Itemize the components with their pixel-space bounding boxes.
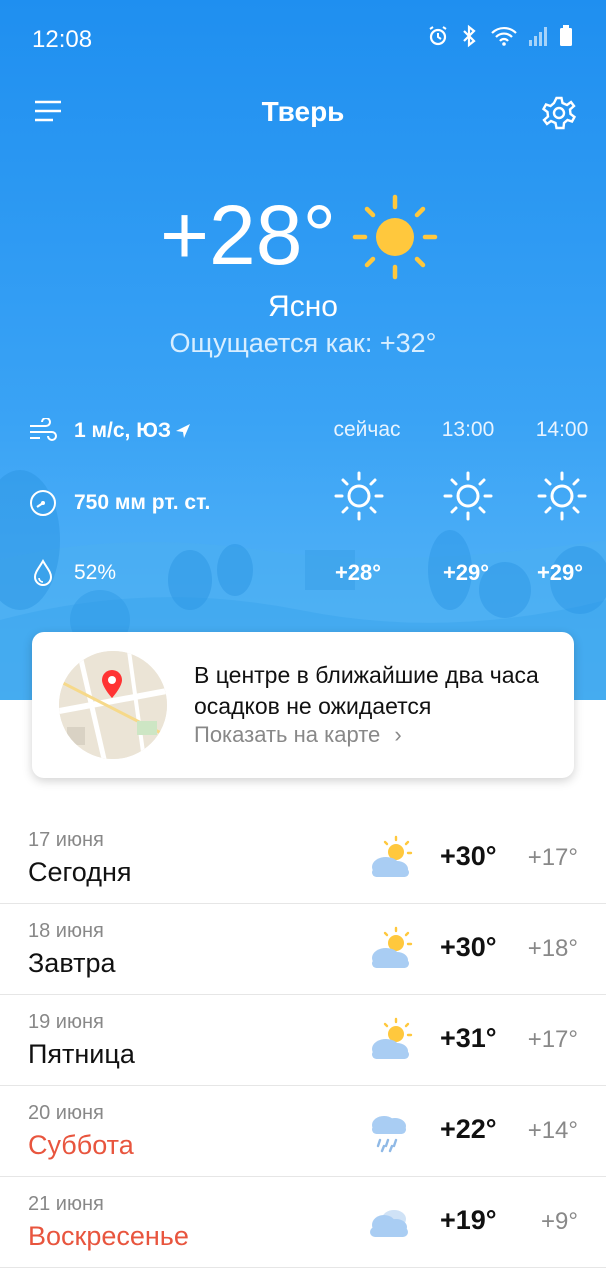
forecast-date: 19 июня — [28, 1011, 104, 1033]
pressure-gauge-icon — [30, 490, 56, 516]
pressure-value: 750 мм рт. ст. — [74, 491, 211, 514]
humidity-drop-icon — [33, 558, 53, 586]
forecast-low: +14° — [527, 1117, 578, 1144]
battery-icon — [560, 25, 572, 46]
forecast-high: +22° — [440, 1114, 497, 1144]
rain-icon — [364, 1108, 414, 1159]
status-time: 12:08 — [32, 26, 93, 53]
sun-icon — [334, 471, 384, 521]
show-on-map-link[interactable]: Показать на карте › — [194, 722, 402, 748]
forecast-date: 17 июня — [28, 829, 104, 851]
city-title[interactable]: Тверь — [0, 96, 606, 128]
bluetooth-icon — [463, 24, 476, 48]
wind-icon — [30, 418, 57, 441]
cloudy-icon — [364, 1199, 414, 1250]
hour-label: 13:00 — [441, 418, 495, 441]
forecast-date: 21 июня — [28, 1193, 104, 1215]
location-pin-icon — [102, 670, 122, 698]
humidity-value: 52% — [74, 561, 117, 584]
sun-icon — [352, 194, 438, 280]
forecast-day-name: Суббота — [28, 1130, 134, 1160]
status-icons — [426, 24, 574, 48]
weather-hero: 12:08 Тверь +28° Ясно Ощущается как: +32… — [0, 0, 606, 700]
pressure-metric: 750 мм рт. ст. — [28, 488, 210, 518]
current-temperature: +28° — [160, 188, 337, 282]
forecast-day-row[interactable]: 17 июня Сегодня +30° +17° — [0, 813, 606, 904]
forecast-day-row[interactable]: 20 июня Суббота +22° +14° — [0, 1086, 606, 1177]
forecast-day-name: Пятница — [28, 1039, 135, 1069]
nowcast-text: В центре в ближайшие два часа осадков не… — [194, 662, 539, 719]
hour-label: сейчас — [333, 418, 401, 441]
forecast-low: +9° — [541, 1208, 578, 1235]
humidity-metric: 52% — [28, 558, 116, 588]
sun-icon — [443, 471, 493, 521]
forecast-low: +17° — [527, 1026, 578, 1053]
partly-cloudy-icon — [364, 926, 414, 977]
show-on-map-label: Показать на карте — [194, 722, 381, 747]
hour-temp: +29° — [536, 560, 584, 585]
forecast-date: 20 июня — [28, 1102, 104, 1124]
chevron-right-icon: › — [394, 722, 402, 747]
hour-temp: +29° — [442, 560, 490, 585]
forecast-high: +19° — [440, 1205, 497, 1235]
sun-icon — [537, 471, 587, 521]
forecast-day-row[interactable]: 19 июня Пятница +31° +17° — [0, 995, 606, 1086]
nowcast-card[interactable]: В центре в ближайшие два часа осадков не… — [32, 632, 574, 778]
wind-direction-icon — [176, 424, 191, 438]
hour-label: 14:00 — [535, 418, 589, 441]
forecast-low: +18° — [527, 935, 578, 962]
forecast-high: +30° — [440, 932, 497, 962]
forecast-day-name: Воскресенье — [28, 1221, 189, 1251]
partly-cloudy-icon — [364, 835, 414, 886]
forecast-day-name: Сегодня — [28, 857, 132, 887]
wifi-icon — [491, 26, 517, 46]
forecast-high: +31° — [440, 1023, 497, 1053]
forecast-date: 18 июня — [28, 920, 104, 942]
map-thumbnail[interactable] — [59, 651, 167, 759]
status-bar: 12:08 — [32, 24, 574, 56]
partly-cloudy-icon — [364, 1017, 414, 1068]
forecast-day-name: Завтра — [28, 948, 116, 978]
forecast-day-row[interactable]: 21 июня Воскресенье +19° +9° — [0, 1177, 606, 1268]
hour-temp: +28° — [334, 560, 382, 585]
current-condition: Ясно — [268, 290, 338, 323]
forecast-high: +30° — [440, 841, 497, 871]
alarm-icon — [429, 26, 447, 46]
feels-like: Ощущается как: +32° — [169, 328, 437, 358]
forecast-low: +17° — [527, 844, 578, 871]
wind-metric: 1 м/с, ЮЗ — [28, 418, 191, 444]
wind-value: 1 м/с, ЮЗ — [74, 419, 172, 442]
signal-icon — [529, 27, 547, 46]
map-preview — [59, 651, 167, 759]
forecast-day-row[interactable]: 18 июня Завтра +30° +18° — [0, 904, 606, 995]
